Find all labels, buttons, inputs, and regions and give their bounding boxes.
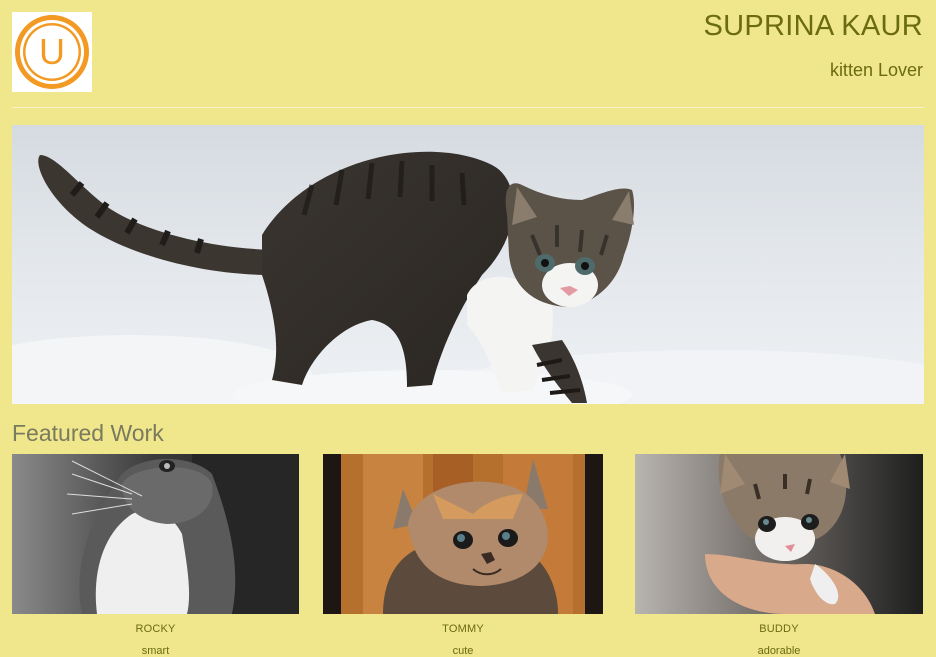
calico-kitten-image <box>323 454 603 614</box>
card-name: BUDDY <box>759 623 799 635</box>
kitten-in-snow-image <box>12 125 924 404</box>
card-description: cute <box>452 645 474 657</box>
card-name: ROCKY <box>135 623 176 635</box>
featured-card-rocky[interactable]: ROCKY smart <box>12 454 299 657</box>
header-divider <box>12 107 924 108</box>
buddy-image[interactable] <box>635 454 923 614</box>
site-title: SUPRINA KAUR <box>703 10 923 42</box>
logo[interactable]: U <box>12 12 92 92</box>
site-subtitle: kitten Lover <box>829 60 923 80</box>
black-and-white-kitten-image <box>12 454 299 614</box>
svg-text:U: U <box>39 31 65 72</box>
card-description: adorable <box>757 645 801 657</box>
featured-card-buddy[interactable]: BUDDY adorable <box>635 454 923 657</box>
tabby-kitten-in-hand-image <box>635 454 923 614</box>
featured-work-title: Featured Work <box>12 420 164 446</box>
featured-card-tommy[interactable]: TOMMY cute <box>323 454 603 657</box>
hero-image <box>12 125 924 404</box>
rocky-image[interactable] <box>12 454 299 614</box>
card-name: TOMMY <box>442 623 484 635</box>
tommy-image[interactable] <box>323 454 603 614</box>
page: U SUPRINA KAUR kitten Lover Featured Wor… <box>0 0 936 657</box>
logo-icon: U <box>12 12 92 92</box>
card-description: smart <box>141 645 170 657</box>
